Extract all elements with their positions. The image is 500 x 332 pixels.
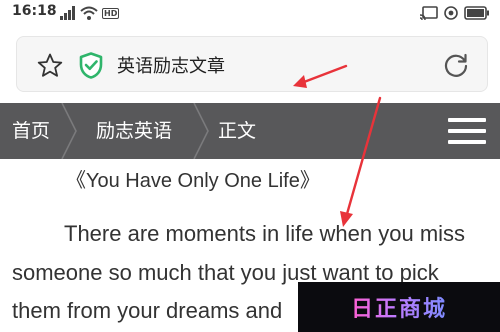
battery-icon xyxy=(464,6,489,20)
article-line: them from your dreams and xyxy=(12,298,283,323)
article-title: 《You Have Only One Life》 xyxy=(66,170,320,192)
refresh-icon[interactable] xyxy=(443,52,469,78)
breadcrumb-motivational-english[interactable]: 励志英语 xyxy=(96,103,172,159)
status-icons-right xyxy=(420,4,490,22)
star-icon[interactable] xyxy=(37,53,63,78)
watermark-text: 日正商城 xyxy=(351,291,447,323)
breadcrumb: 首页 励志英语 正文 xyxy=(0,103,500,159)
watermark-logo: 日正商城 xyxy=(298,282,500,332)
status-icons-left: HD xyxy=(60,4,120,22)
chevron-right-icon xyxy=(61,103,77,159)
lock-icon xyxy=(444,6,458,20)
address-title: 英语励志文章 xyxy=(117,56,225,77)
address-bar[interactable]: 英语励志文章 xyxy=(16,36,488,92)
status-time: 16:18 xyxy=(12,3,57,19)
signal-icon xyxy=(60,6,75,20)
wifi-icon xyxy=(80,6,98,20)
cast-icon xyxy=(420,6,438,20)
shield-check-icon xyxy=(79,52,103,79)
article-line: There are moments in life when you miss xyxy=(64,221,466,246)
status-bar: 16:18 HD xyxy=(0,0,500,26)
chevron-right-icon xyxy=(193,103,209,159)
breadcrumb-current: 正文 xyxy=(218,120,257,142)
menu-icon[interactable] xyxy=(448,118,486,144)
hd-icon: HD xyxy=(102,7,120,19)
breadcrumb-home[interactable]: 首页 xyxy=(12,103,50,159)
